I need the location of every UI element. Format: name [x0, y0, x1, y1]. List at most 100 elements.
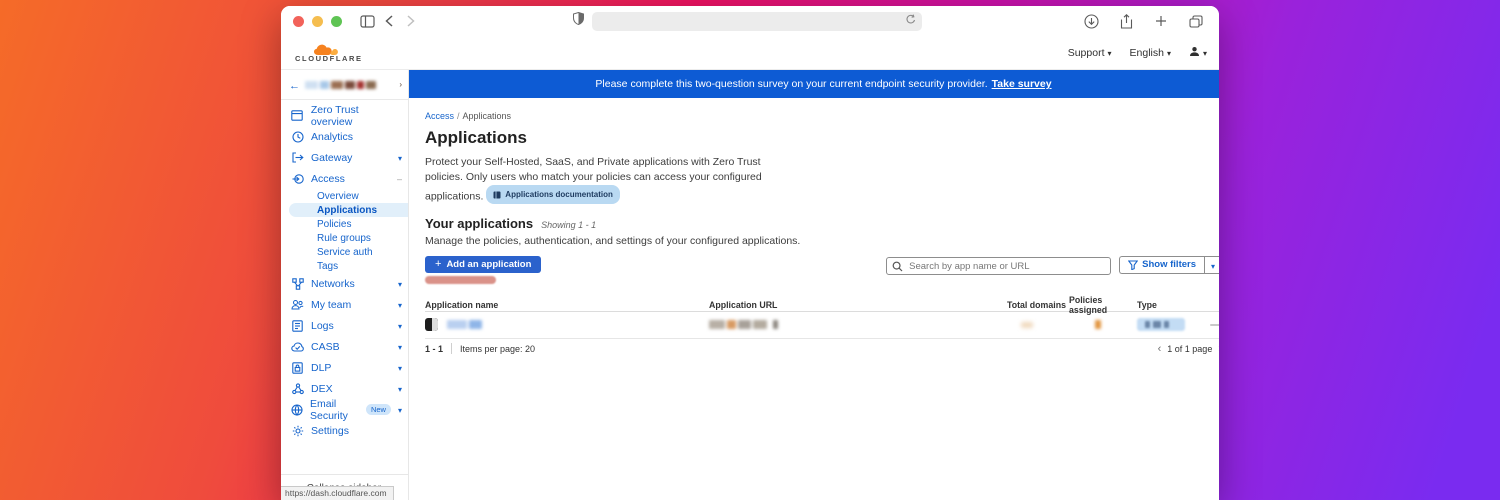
sidebar-item-analytics[interactable]: Analytics	[281, 126, 408, 147]
sidebar-item-overview[interactable]: Overview	[281, 189, 408, 203]
sidebar-item-casb[interactable]: CASB	[281, 336, 408, 357]
redacted-annotation	[425, 276, 496, 284]
account-switcher[interactable]: ›	[281, 70, 408, 100]
network-icon	[291, 278, 304, 290]
search-icon	[892, 259, 903, 277]
sidebar-item-applications[interactable]: Applications	[289, 203, 408, 217]
email-security-icon	[291, 404, 303, 416]
analytics-icon	[291, 131, 304, 143]
sidebar-item-gateway[interactable]: Gateway	[281, 147, 408, 168]
gear-icon	[291, 425, 304, 437]
funnel-icon	[1128, 260, 1138, 270]
col-application-name: Application name	[425, 300, 709, 310]
back-arrow-icon[interactable]	[289, 76, 300, 94]
banner-message: Please complete this two-question survey…	[595, 78, 987, 90]
applications-table: Application name Application URL Total d…	[425, 295, 1219, 359]
downloads-icon[interactable]	[1080, 10, 1102, 32]
dex-icon	[291, 383, 304, 395]
support-menu[interactable]: Support	[1068, 47, 1112, 59]
items-per-page[interactable]: Items per page: 20	[460, 344, 535, 354]
privacy-shield-icon[interactable]	[573, 12, 584, 30]
table-header-row: Application name Application URL Total d…	[425, 295, 1219, 312]
sidebar-item-logs[interactable]: Logs	[281, 315, 408, 336]
team-icon	[291, 299, 304, 310]
sidebar-item-dlp[interactable]: DLP	[281, 357, 408, 378]
breadcrumb: Access/Applications	[425, 111, 1219, 121]
col-application-url: Application URL	[709, 300, 1007, 310]
access-icon	[291, 173, 304, 185]
dashboard-icon	[291, 110, 304, 121]
account-menu[interactable]	[1189, 46, 1207, 60]
applications-documentation-badge[interactable]: Applications documentation	[486, 185, 620, 204]
add-application-button[interactable]: Add an application	[425, 256, 541, 273]
cloudflare-logo[interactable]: CLOUDFLARE	[295, 43, 363, 63]
browser-toolbar	[281, 6, 1219, 36]
desktop-background: CLOUDFLARE Support English	[0, 0, 1500, 500]
forward-icon[interactable]	[400, 10, 422, 32]
chevron-down-icon	[1203, 47, 1207, 59]
app-header: CLOUDFLARE Support English	[281, 36, 1219, 70]
account-caret-icon: ›	[399, 80, 402, 89]
user-icon	[1189, 46, 1200, 60]
chevron-down-icon	[398, 362, 402, 374]
sidebar-item-rule-groups[interactable]: Rule groups	[281, 231, 408, 245]
chevron-down-icon	[398, 383, 402, 395]
chevron-down-icon	[398, 278, 402, 290]
zoom-window-button[interactable]	[331, 16, 342, 27]
breadcrumb-access-link[interactable]: Access	[425, 111, 454, 121]
redacted-policies-assigned	[1095, 320, 1101, 329]
sidebar-item-zero-trust-overview[interactable]: Zero Trust overview	[281, 105, 408, 126]
application-icon	[425, 318, 438, 331]
address-bar[interactable]	[592, 12, 922, 31]
main-content: Please complete this two-question survey…	[409, 70, 1219, 500]
back-icon[interactable]	[378, 10, 400, 32]
row-menu-icon[interactable]	[1210, 324, 1219, 326]
page-indicator: 1 of 1 page	[1167, 344, 1212, 354]
col-total-domains: Total domains	[1007, 300, 1069, 310]
chevron-down-icon	[1167, 47, 1171, 59]
section-title: Your applications	[425, 216, 533, 231]
show-filters-button[interactable]: Show filters	[1119, 256, 1204, 274]
pagination: 1 - 1 Items per page: 20 1 of 1 page	[425, 339, 1219, 359]
language-menu[interactable]: English	[1130, 47, 1171, 59]
chevron-down-icon	[1108, 47, 1112, 59]
take-survey-link[interactable]: Take survey	[992, 78, 1052, 90]
chevron-down-icon	[398, 341, 402, 353]
sidebar-item-tags[interactable]: Tags	[281, 259, 408, 273]
sidebar: › Zero Trust overview Analytics Gateway	[281, 70, 409, 500]
close-window-button[interactable]	[293, 16, 304, 27]
share-icon[interactable]	[1115, 10, 1137, 32]
previous-page-icon[interactable]	[1158, 343, 1162, 355]
sidebar-item-policies[interactable]: Policies	[281, 217, 408, 231]
sidebar-item-my-team[interactable]: My team	[281, 294, 408, 315]
reload-icon[interactable]	[906, 12, 916, 30]
pagination-range: 1 - 1	[425, 344, 443, 354]
logs-icon	[291, 320, 304, 332]
sidebar-item-service-auth[interactable]: Service auth	[281, 245, 408, 259]
redacted-application-name	[447, 316, 484, 334]
chevron-down-icon	[398, 152, 402, 164]
page-title: Applications	[425, 128, 1219, 148]
gateway-icon	[291, 152, 304, 163]
sidebar-item-access[interactable]: Access –	[281, 168, 408, 189]
sidebar-item-settings[interactable]: Settings	[281, 420, 408, 441]
applications-toolbar: Add an application	[425, 256, 1219, 284]
new-tab-icon[interactable]	[1150, 10, 1172, 32]
sidebar-toggle-icon[interactable]	[356, 10, 378, 32]
minimize-window-button[interactable]	[312, 16, 323, 27]
sidebar-item-networks[interactable]: Networks	[281, 273, 408, 294]
survey-banner: Please complete this two-question survey…	[409, 70, 1219, 98]
tab-overview-icon[interactable]	[1185, 10, 1207, 32]
dlp-icon	[291, 362, 304, 374]
browser-window: CLOUDFLARE Support English	[281, 6, 1219, 500]
sidebar-item-dex[interactable]: DEX	[281, 378, 408, 399]
filters-dropdown-button[interactable]	[1204, 256, 1219, 274]
chevron-down-icon	[398, 299, 402, 311]
page-description: Protect your Self-Hosted, SaaS, and Priv…	[425, 155, 777, 205]
chevron-down-icon	[1211, 257, 1215, 272]
next-page-icon[interactable]	[1218, 343, 1219, 355]
sidebar-item-email-security[interactable]: Email Security New	[281, 399, 408, 420]
search-input[interactable]	[886, 257, 1111, 275]
redacted-account-name	[305, 81, 376, 89]
table-row[interactable]	[425, 312, 1219, 339]
